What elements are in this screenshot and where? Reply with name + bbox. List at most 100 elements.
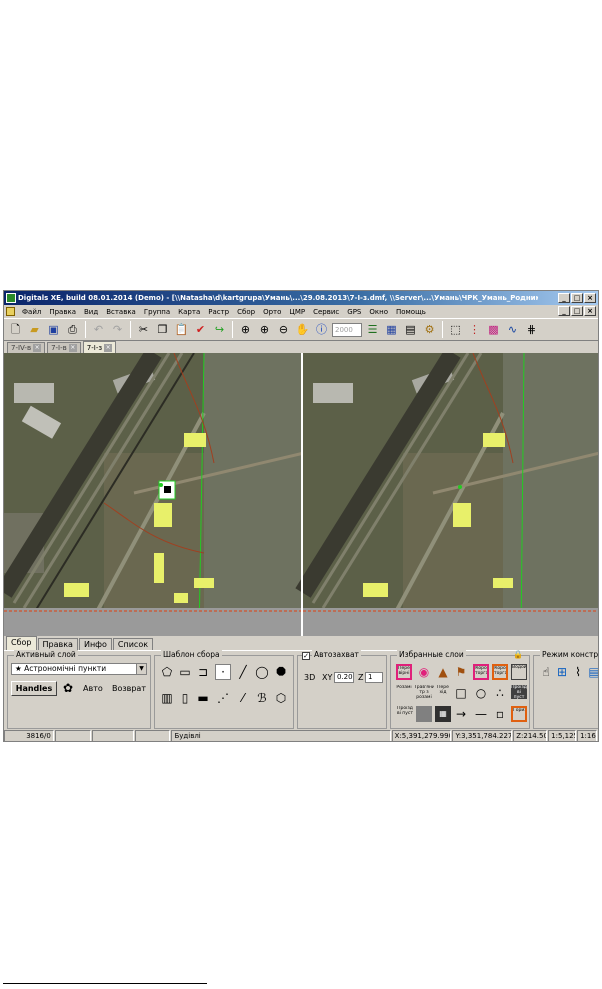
left-stereo-image[interactable]: [4, 353, 305, 636]
cone-icon[interactable]: ▲: [435, 664, 451, 680]
dots-icon[interactable]: ∴: [492, 685, 508, 701]
tab-list[interactable]: Список: [112, 638, 154, 650]
title-bar[interactable]: Digitals XE, build 08.01.2014 (Demo) - […: [4, 291, 598, 305]
columns2-icon[interactable]: ▯: [177, 690, 193, 706]
cube-icon[interactable]: ⬡: [273, 690, 289, 706]
paste-icon[interactable]: 📋: [173, 321, 190, 338]
dark-fill-icon[interactable]: ▦: [435, 706, 451, 722]
traffic-light-icon[interactable]: ⋮: [466, 321, 483, 338]
new-icon[interactable]: 🗋: [7, 321, 24, 338]
grid-icon[interactable]: ⋕: [523, 321, 540, 338]
favorite-item[interactable]: Пере вірні: [396, 664, 412, 680]
menu-gps[interactable]: GPS: [343, 308, 365, 316]
zoom-out-icon[interactable]: ⊖: [275, 321, 292, 338]
minimize-button[interactable]: _: [558, 293, 570, 303]
line-segment-icon[interactable]: —: [473, 706, 489, 722]
print-icon[interactable]: ⎙: [64, 321, 81, 338]
polygon-icon[interactable]: ⬠: [159, 664, 175, 680]
table-icon[interactable]: ▦: [383, 321, 400, 338]
menu-collect[interactable]: Сбор: [233, 308, 259, 316]
favorite-item[interactable]: Коро торга: [473, 664, 489, 680]
palette-icon[interactable]: ✿: [60, 680, 76, 696]
settings-icon[interactable]: ⚙: [421, 321, 438, 338]
xy-tolerance-input[interactable]: 0.20: [334, 672, 354, 683]
zoom-window-icon[interactable]: ⊕: [237, 321, 254, 338]
menu-edit[interactable]: Правка: [45, 308, 80, 316]
angle-icon[interactable]: ⊐: [195, 664, 211, 680]
z-tolerance-input[interactable]: 1: [365, 672, 383, 683]
chevron-down-icon[interactable]: ▼: [136, 664, 146, 674]
favorite-item[interactable]: Коро торга: [492, 664, 508, 680]
pan-hand-icon[interactable]: ✋: [294, 321, 311, 338]
square-outline-icon[interactable]: □: [453, 685, 469, 701]
arrow-right-icon[interactable]: →: [453, 706, 469, 722]
tab-edit[interactable]: Правка: [37, 638, 78, 650]
gray-fill-icon[interactable]: [416, 706, 432, 722]
rectangle-icon[interactable]: ▭: [177, 664, 193, 680]
favorite-item[interactable]: Розамі: [396, 685, 412, 699]
favorite-item[interactable]: Трав'янисті тр з розамі: [414, 685, 434, 699]
menu-insert[interactable]: Вставка: [102, 308, 140, 316]
menu-group[interactable]: Группа: [140, 308, 174, 316]
menu-help[interactable]: Помощь: [392, 308, 430, 316]
save-icon[interactable]: ▣: [45, 321, 62, 338]
close-icon[interactable]: ×: [104, 343, 113, 352]
dashed-line-icon[interactable]: ⋰: [215, 690, 231, 706]
handles-button[interactable]: Handles: [11, 681, 57, 696]
node-add-icon[interactable]: ⊞: [554, 664, 570, 680]
close-button[interactable]: ×: [584, 293, 596, 303]
menu-ortho[interactable]: Орто: [259, 308, 285, 316]
menu-view[interactable]: Вид: [80, 308, 102, 316]
doc-tab-active[interactable]: 7-I-з ×: [82, 341, 117, 353]
menu-dem[interactable]: ЦМР: [285, 308, 309, 316]
autocapture-checkbox[interactable]: ✓: [302, 652, 310, 660]
select-icon[interactable]: ⬚: [447, 321, 464, 338]
favorite-item[interactable]: Горизонталі: [511, 706, 527, 722]
point-icon[interactable]: ·: [215, 664, 231, 680]
auto-label[interactable]: Авто: [83, 684, 103, 693]
favorite-item[interactable]: Проїзд ві пуст: [511, 685, 527, 699]
favorite-item[interactable]: Проїзд ві пуст: [396, 706, 414, 722]
doc-minimize-button[interactable]: _: [558, 306, 570, 316]
copy-icon[interactable]: ❐: [154, 321, 171, 338]
redo-icon[interactable]: ↷: [109, 321, 126, 338]
open-icon[interactable]: ▰: [26, 321, 43, 338]
active-layer-select[interactable]: ★ Астрономічні пункти ▼: [11, 663, 147, 675]
menu-window[interactable]: Окно: [365, 308, 392, 316]
grid-build-icon[interactable]: ▤: [586, 664, 598, 680]
doc-restore-button[interactable]: □: [571, 306, 583, 316]
tab-info[interactable]: Инфо: [78, 638, 112, 650]
layers-icon[interactable]: ☰: [364, 321, 381, 338]
bar-icon[interactable]: ▬: [195, 690, 211, 706]
right-stereo-image[interactable]: [295, 353, 599, 636]
scale-input[interactable]: 2000: [332, 322, 362, 337]
info-icon[interactable]: ⓘ: [313, 321, 330, 338]
properties-icon[interactable]: ▤: [402, 321, 419, 338]
doc-close-button[interactable]: ×: [584, 306, 596, 316]
polyline-icon[interactable]: ⌇: [570, 664, 586, 680]
hand-icon[interactable]: ☝: [538, 664, 554, 680]
menu-map[interactable]: Карта: [174, 308, 204, 316]
curve-icon[interactable]: ∿: [504, 321, 521, 338]
close-icon[interactable]: ×: [33, 344, 42, 352]
circle-outline-icon[interactable]: ○: [473, 685, 489, 701]
flag-icon[interactable]: ⚑: [453, 664, 469, 680]
lock-icon[interactable]: 🔒: [513, 650, 523, 660]
menu-service[interactable]: Сервис: [309, 308, 343, 316]
close-icon[interactable]: ×: [68, 344, 77, 352]
undo-icon[interactable]: ↶: [90, 321, 107, 338]
circle-icon[interactable]: ◯: [254, 664, 270, 680]
cut-icon[interactable]: ✂: [135, 321, 152, 338]
zoom-in-icon[interactable]: ⊕: [256, 321, 273, 338]
octagon-icon[interactable]: ⯃: [273, 664, 289, 680]
circle-dot-icon[interactable]: ◉: [416, 664, 432, 680]
square-small-icon[interactable]: ▫: [492, 706, 508, 722]
favorite-item[interactable]: Пере хід: [436, 685, 450, 699]
maximize-button[interactable]: □: [571, 293, 583, 303]
line-icon[interactable]: ╱: [235, 664, 251, 680]
columns-icon[interactable]: ▥: [159, 690, 175, 706]
doc-tab[interactable]: 7-I-в ×: [47, 342, 81, 353]
check-icon[interactable]: ✔: [192, 321, 209, 338]
tab-collect[interactable]: Сбор: [6, 636, 37, 650]
menu-raster[interactable]: Растр: [204, 308, 233, 316]
